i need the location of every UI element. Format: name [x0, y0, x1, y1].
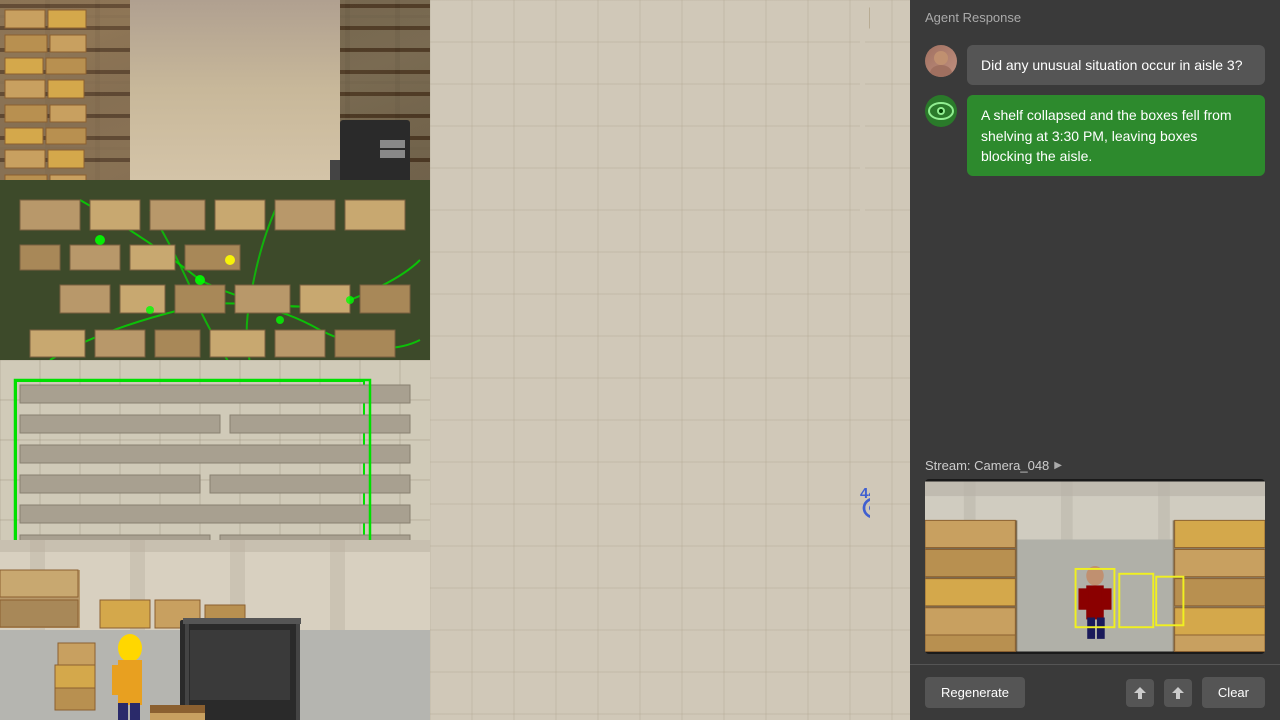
- agent-message-text: A shelf collapsed and the boxes fell fro…: [981, 107, 1232, 164]
- agent-footer: Regenerate Clear: [910, 664, 1280, 720]
- map-panel: 36 6 31 15 38 0: [430, 0, 910, 720]
- agent-messages: Did any unusual situation occur in aisle…: [910, 35, 1280, 453]
- clear-button[interactable]: Clear: [1202, 677, 1265, 708]
- agent-header-label: Agent Response: [925, 10, 1021, 25]
- user-message-text: Did any unusual situation occur in aisle…: [981, 57, 1243, 73]
- agent-message-bubble: A shelf collapsed and the boxes fell fro…: [967, 95, 1265, 176]
- agent-message-row: A shelf collapsed and the boxes fell fro…: [925, 95, 1265, 176]
- main-container: 36 6 31 15 38 0: [0, 0, 1280, 720]
- regenerate-button[interactable]: Regenerate: [925, 677, 1025, 708]
- user-avatar: [925, 45, 957, 77]
- camera-panel: [0, 0, 430, 720]
- camera-feed-2[interactable]: [0, 180, 430, 360]
- camera-feed-1[interactable]: [0, 0, 430, 180]
- stream-section: Stream: Camera_048 ▶: [910, 453, 1280, 664]
- agent-avatar: [925, 95, 957, 127]
- camera-feed-4[interactable]: [0, 540, 430, 720]
- play-icon[interactable]: ▶: [1054, 460, 1062, 471]
- camera-feed-3[interactable]: [0, 360, 430, 540]
- thumbs-down-button[interactable]: [1126, 679, 1154, 707]
- user-message-row: Did any unusual situation occur in aisle…: [925, 45, 1265, 85]
- agent-header: Agent Response: [910, 0, 1280, 35]
- thumbs-up-button[interactable]: [1164, 679, 1192, 707]
- stream-thumbnail[interactable]: [925, 479, 1265, 654]
- agent-panel: Agent Response Did any unusual situation…: [910, 0, 1280, 720]
- map-svg: 36 6 31 15 38 0: [430, 0, 870, 720]
- stream-label: Stream: Camera_048 ▶: [925, 458, 1265, 473]
- stream-label-text: Stream: Camera_048: [925, 458, 1049, 473]
- user-message-bubble: Did any unusual situation occur in aisle…: [967, 45, 1265, 85]
